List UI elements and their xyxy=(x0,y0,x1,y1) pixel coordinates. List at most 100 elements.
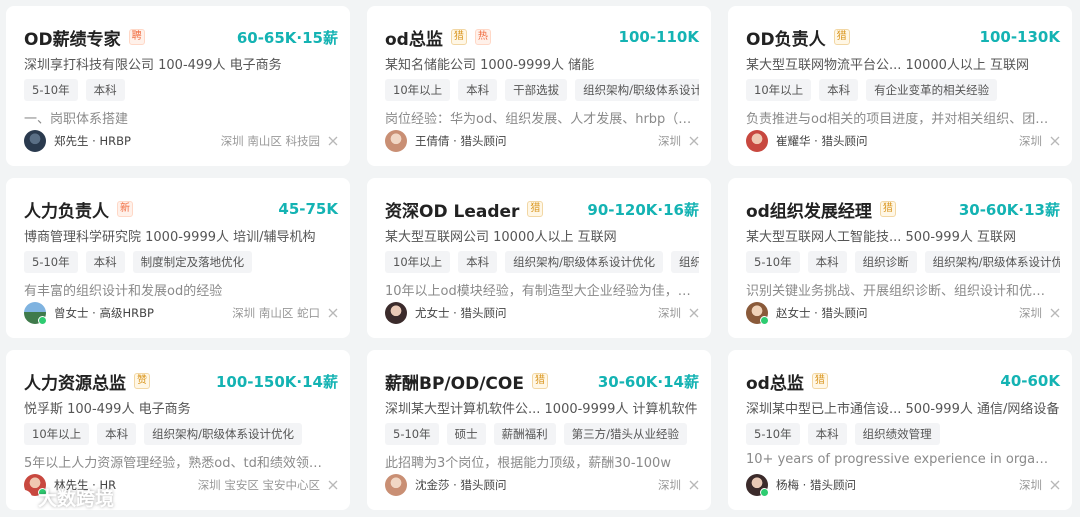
salary: 40-60K xyxy=(1000,372,1060,390)
job-description: 有丰富的组织设计和发展od的经验 xyxy=(24,284,223,299)
avatar xyxy=(746,474,769,497)
requirement-tag: 组织架构/职级体系设计优化 xyxy=(505,251,664,273)
job-card[interactable]: OD薪绩专家聘 60-65K·15薪深圳享打科技有限公司 100-499人 电子商… xyxy=(6,6,350,166)
company-info: 深圳享打科技有限公司 100-499人 电子商务 xyxy=(24,58,282,73)
job-card[interactable]: 薪酬BP/OD/COE 猎 30-60K·14薪深圳某大型计算机软件公... 100… xyxy=(367,350,711,510)
job-header: 人力负责人新 45-75K xyxy=(24,196,338,222)
requirement-tag: 本科 xyxy=(85,79,125,101)
online-indicator xyxy=(38,316,47,325)
job-header: 人力资源总监赞 100-150K·14薪 xyxy=(24,368,338,394)
job-title[interactable]: 资深OD Leader xyxy=(385,197,519,222)
company-info: 悦孚斯 100-499人 电子商务 xyxy=(24,402,191,417)
job-description: 识别关键业务挑战、开展组织诊断、组织设计和优化工作 xyxy=(746,284,1056,299)
company-info: 某大型互联网公司 10000人以上 互联网 xyxy=(385,230,617,245)
requirement-tag: 有企业变革的相关经验 xyxy=(866,79,998,101)
job-title[interactable]: OD薪绩专家 xyxy=(24,25,121,50)
requirement-tag: 本科 xyxy=(97,423,137,445)
company-info: 某大型互联网人工智能技... 500-999人 互联网 xyxy=(746,230,1016,245)
job-title[interactable]: 人力负责人 xyxy=(24,197,109,222)
close-icon[interactable] xyxy=(1050,480,1060,490)
recruiter-name: 沈金莎 · 猎头顾问 xyxy=(415,478,507,492)
requirement-tag: 本科 xyxy=(819,79,859,101)
close-icon[interactable] xyxy=(689,480,699,490)
job-card[interactable]: 人力负责人新 45-75K 博商管理科学研究院 1000-9999人 培训/辅导机构… xyxy=(6,178,350,338)
requirement-tags: 5-10年本科组织诊断组织架构/职级体系设计优化 xyxy=(746,251,1060,273)
requirement-tag: 组织架构/职级体系设计优化 xyxy=(924,251,1060,273)
company-info: 某大型互联网物流平台公... 10000人以上 互联网 xyxy=(746,58,1030,73)
close-icon[interactable] xyxy=(328,136,338,146)
requirement-tag: 10年以上 xyxy=(385,251,451,273)
requirement-tag: 本科 xyxy=(85,251,125,273)
recruiter-row: 王倩倩 · 猎头顾问 深圳 xyxy=(385,130,699,152)
requirement-tag: 本科 xyxy=(807,423,847,445)
job-header: od总监猎 40-60K xyxy=(746,368,1060,394)
online-indicator xyxy=(760,488,769,497)
close-icon[interactable] xyxy=(328,308,338,318)
job-title[interactable]: od总监 xyxy=(385,25,443,50)
job-location: 深圳 xyxy=(658,306,681,320)
headhunter-badge: 猎 xyxy=(450,29,467,45)
job-location: 深圳 xyxy=(658,134,681,148)
job-header: OD薪绩专家聘 60-65K·15薪 xyxy=(24,24,338,50)
close-icon[interactable] xyxy=(689,308,699,318)
hot-badge: 聘 xyxy=(128,29,145,45)
requirement-tags: 5-10年 本科 制度制定及落地优化 xyxy=(24,251,338,273)
requirement-tag: 本科 xyxy=(458,79,498,101)
requirement-tags: 5-10年 本科 xyxy=(24,79,338,101)
headhunter-badge: 猎 xyxy=(811,373,828,389)
requirement-tag: 5-10年 xyxy=(24,251,78,273)
requirement-tag: 10年以上 xyxy=(746,79,812,101)
job-card[interactable]: OD负责人猎 100-130K 某大型互联网物流平台公... 10000人以上 互联… xyxy=(728,6,1072,166)
requirement-tag: 制度制定及落地优化 xyxy=(132,251,253,273)
requirement-tag: 10年以上 xyxy=(24,423,90,445)
job-description: 负责推进与od相关的项目进度，并对相关组织、团队进行诊断 xyxy=(746,112,1056,127)
requirement-tag: 5-10年 xyxy=(385,423,439,445)
close-icon[interactable] xyxy=(328,480,338,490)
job-description: 岗位经验：华为od、组织发展、人才发展、hrbp（人力资源业务伙伴） xyxy=(385,112,695,127)
requirement-tag: 组织架构/职级体系设计优化 xyxy=(144,423,303,445)
headhunter-badge: 猎 xyxy=(531,373,548,389)
watermark: 大数跨境 xyxy=(10,484,114,511)
requirement-tag: 组织诊断 xyxy=(671,251,699,273)
salary: 60-65K·15薪 xyxy=(236,28,338,47)
avatar xyxy=(385,302,407,324)
job-card[interactable]: od总监猎 40-60K 深圳某中型已上市通信设... 500-999人 通信/网络… xyxy=(728,350,1072,510)
recruiter-row: 杨梅 · 猎头顾问 深圳 xyxy=(746,474,1060,497)
company-info: 深圳某大型计算机软件公... 1000-9999人 计算机软件 xyxy=(385,402,698,417)
avatar xyxy=(385,130,407,152)
hot-badge: 新 xyxy=(117,201,133,217)
close-icon[interactable] xyxy=(1050,136,1060,146)
job-title[interactable]: od组织发展经理 xyxy=(746,197,872,222)
requirement-tags: 5-10年 本科 组织绩效管理 xyxy=(746,423,1060,445)
job-title[interactable]: 人力资源总监 xyxy=(24,369,126,394)
job-header: 资深OD Leader 猎 90-120K·16薪 xyxy=(385,196,699,222)
job-title[interactable]: od总监 xyxy=(746,369,804,394)
close-icon[interactable] xyxy=(1050,308,1060,318)
salary: 45-75K xyxy=(278,200,338,218)
job-header: od总监猎热 100-110K xyxy=(385,24,699,50)
recruiter-row: 曾女士 · 高级HRBP 深圳 南山区 蛇口 xyxy=(24,302,338,325)
job-title[interactable]: 薪酬BP/OD/COE xyxy=(385,369,524,394)
job-card[interactable]: od组织发展经理猎 30-60K·13薪 某大型互联网人工智能技... 500-99… xyxy=(728,178,1072,338)
job-description: 一、岗职体系搭建 xyxy=(24,112,129,127)
avatar xyxy=(24,130,46,152)
close-icon[interactable] xyxy=(689,136,699,146)
job-location: 深圳 xyxy=(1019,134,1042,148)
requirement-tag: 组织绩效管理 xyxy=(854,423,940,445)
company-info: 深圳某中型已上市通信设... 500-999人 通信/网络设备 xyxy=(746,402,1060,417)
salary: 90-120K·16薪 xyxy=(587,200,699,219)
avatar xyxy=(385,474,407,496)
recruiter-name: 郑先生 · HRBP xyxy=(54,134,131,148)
salary: 30-60K·14薪 xyxy=(597,372,699,391)
job-card[interactable]: od总监猎热 100-110K 某知名储能公司 1000-9999人 储能 10年以上… xyxy=(367,6,711,166)
job-header: OD负责人猎 100-130K xyxy=(746,24,1060,50)
salary: 30-60K·13薪 xyxy=(958,200,1060,219)
job-card[interactable]: 资深OD Leader 猎 90-120K·16薪某大型互联网公司 10000人以上… xyxy=(367,178,711,338)
requirement-tags: 10年以上本科组织架构/职级体系设计优化组织诊断 xyxy=(385,251,699,273)
headhunter-badge: 赞 xyxy=(134,373,150,389)
requirement-tags: 5-10年 硕士 薪酬福利 第三方/猎头从业经验 xyxy=(385,423,699,445)
recruiter-name: 杨梅 · 猎头顾问 xyxy=(776,478,856,492)
job-location: 深圳 南山区 蛇口 xyxy=(232,306,320,320)
salary: 100-130K xyxy=(979,28,1060,46)
job-title[interactable]: OD负责人 xyxy=(746,25,826,50)
